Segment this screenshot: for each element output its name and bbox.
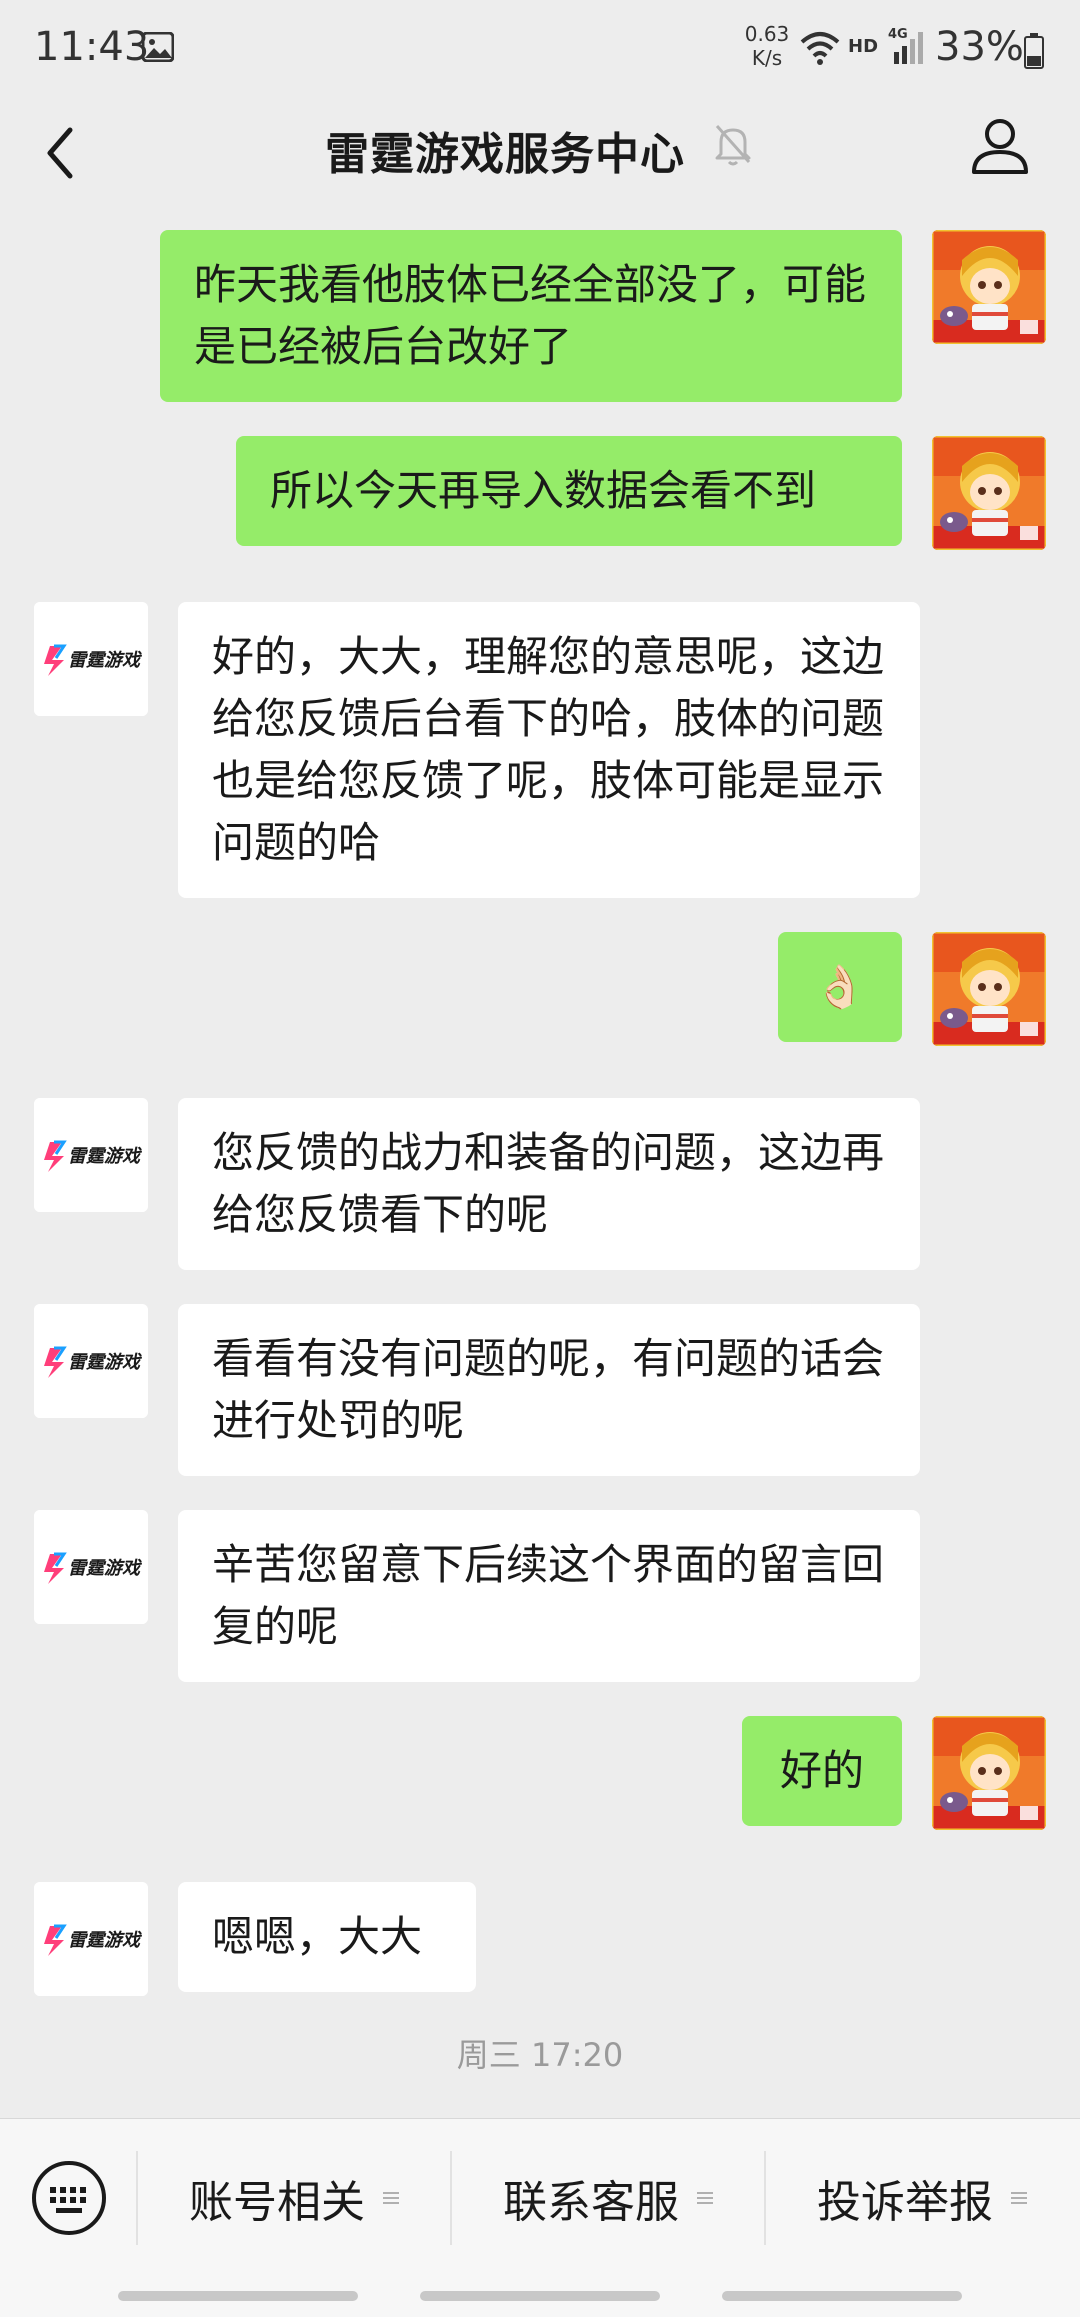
- keyboard-icon[interactable]: [30, 2159, 108, 2237]
- message-timestamp: 周三 17:20: [456, 2036, 624, 2074]
- battery-percent: 33%: [935, 24, 1024, 70]
- menu-account-label: 账号相关: [189, 2177, 365, 2228]
- gallery-notification-icon: [142, 32, 174, 62]
- brand-logo-text: 雷霆游戏: [68, 650, 140, 671]
- received-message-bubble[interactable]: 好的，大大，理解您的意思呢，这边给您反馈后台看下的哈，肢体的问题也是给您反馈了呢…: [178, 602, 920, 898]
- menu-complaint-label: 投诉举报: [817, 2177, 993, 2228]
- brand-logo-text: 雷霆游戏: [68, 1352, 140, 1373]
- submenu-icon: [1011, 2192, 1027, 2204]
- received-message-bubble[interactable]: 辛苦您留意下后续这个界面的留言回复的呢: [178, 1510, 920, 1682]
- menu-account[interactable]: 账号相关: [138, 2151, 450, 2245]
- brand-logo-text: 雷霆游戏: [68, 1146, 140, 1167]
- sent-message-bubble[interactable]: 昨天我看他肢体已经全部没了，可能是已经被后台改好了: [160, 230, 902, 402]
- network-speed-unit: K/s: [751, 46, 783, 70]
- battery-icon: [1024, 33, 1044, 69]
- received-message-bubble[interactable]: 看看有没有问题的呢，有问题的话会进行处罚的呢: [178, 1304, 920, 1476]
- sent-message-bubble[interactable]: 好的: [742, 1716, 902, 1826]
- service-avatar[interactable]: 雷霆游戏: [34, 602, 148, 716]
- menu-complaint[interactable]: 投诉举报: [766, 2151, 1078, 2245]
- service-avatar[interactable]: 雷霆游戏: [34, 1510, 148, 1624]
- gesture-bar: [722, 2291, 962, 2301]
- mute-bell-icon: [715, 125, 751, 166]
- chat-header: 雷霆游戏服务中心: [0, 100, 1080, 212]
- submenu-icon: [697, 2192, 713, 2204]
- service-menu-bar: 账号相关 联系客服 投诉举报: [0, 2118, 1080, 2317]
- service-avatar[interactable]: 雷霆游戏: [34, 1304, 148, 1418]
- menu-contact-support[interactable]: 联系客服: [452, 2151, 764, 2245]
- network-speed-value: 0.63: [744, 22, 790, 46]
- gesture-bar: [420, 2291, 660, 2301]
- service-avatar[interactable]: 雷霆游戏: [34, 1098, 148, 1212]
- received-message-bubble[interactable]: 您反馈的战力和装备的问题，这边再给您反馈看下的呢: [178, 1098, 920, 1270]
- network-speed: 0.63 K/s: [742, 22, 792, 70]
- brand-logo-text: 雷霆游戏: [68, 1930, 140, 1951]
- user-avatar-icon[interactable]: [932, 436, 1046, 550]
- submenu-icon: [383, 2192, 399, 2204]
- network-type: 4G: [888, 27, 908, 42]
- sent-message-bubble[interactable]: 👌🏻: [778, 932, 902, 1042]
- cell-signal-icon: 4G: [888, 27, 923, 64]
- user-avatar-icon[interactable]: [932, 932, 1046, 1046]
- gesture-bar: [118, 2291, 358, 2301]
- user-avatar-icon[interactable]: [932, 1716, 1046, 1830]
- status-time: 11:43: [34, 24, 150, 70]
- brand-logo-text: 雷霆游戏: [68, 1558, 140, 1579]
- profile-icon[interactable]: [968, 114, 1032, 178]
- menu-contact-support-label: 联系客服: [503, 2177, 679, 2228]
- sent-message-bubble[interactable]: 所以今天再导入数据会看不到: [236, 436, 902, 546]
- chat-title: 雷霆游戏服务中心: [325, 129, 685, 180]
- service-avatar[interactable]: 雷霆游戏: [34, 1882, 148, 1996]
- hd-label: HD: [848, 36, 879, 57]
- wifi-icon: [800, 32, 840, 65]
- back-arrow-icon[interactable]: [38, 118, 88, 188]
- status-bar: 11:43 0.63 K/s HD 4G 33%: [0, 0, 1080, 100]
- user-avatar-icon[interactable]: [932, 230, 1046, 344]
- received-message-bubble[interactable]: 嗯嗯，大大: [178, 1882, 476, 1992]
